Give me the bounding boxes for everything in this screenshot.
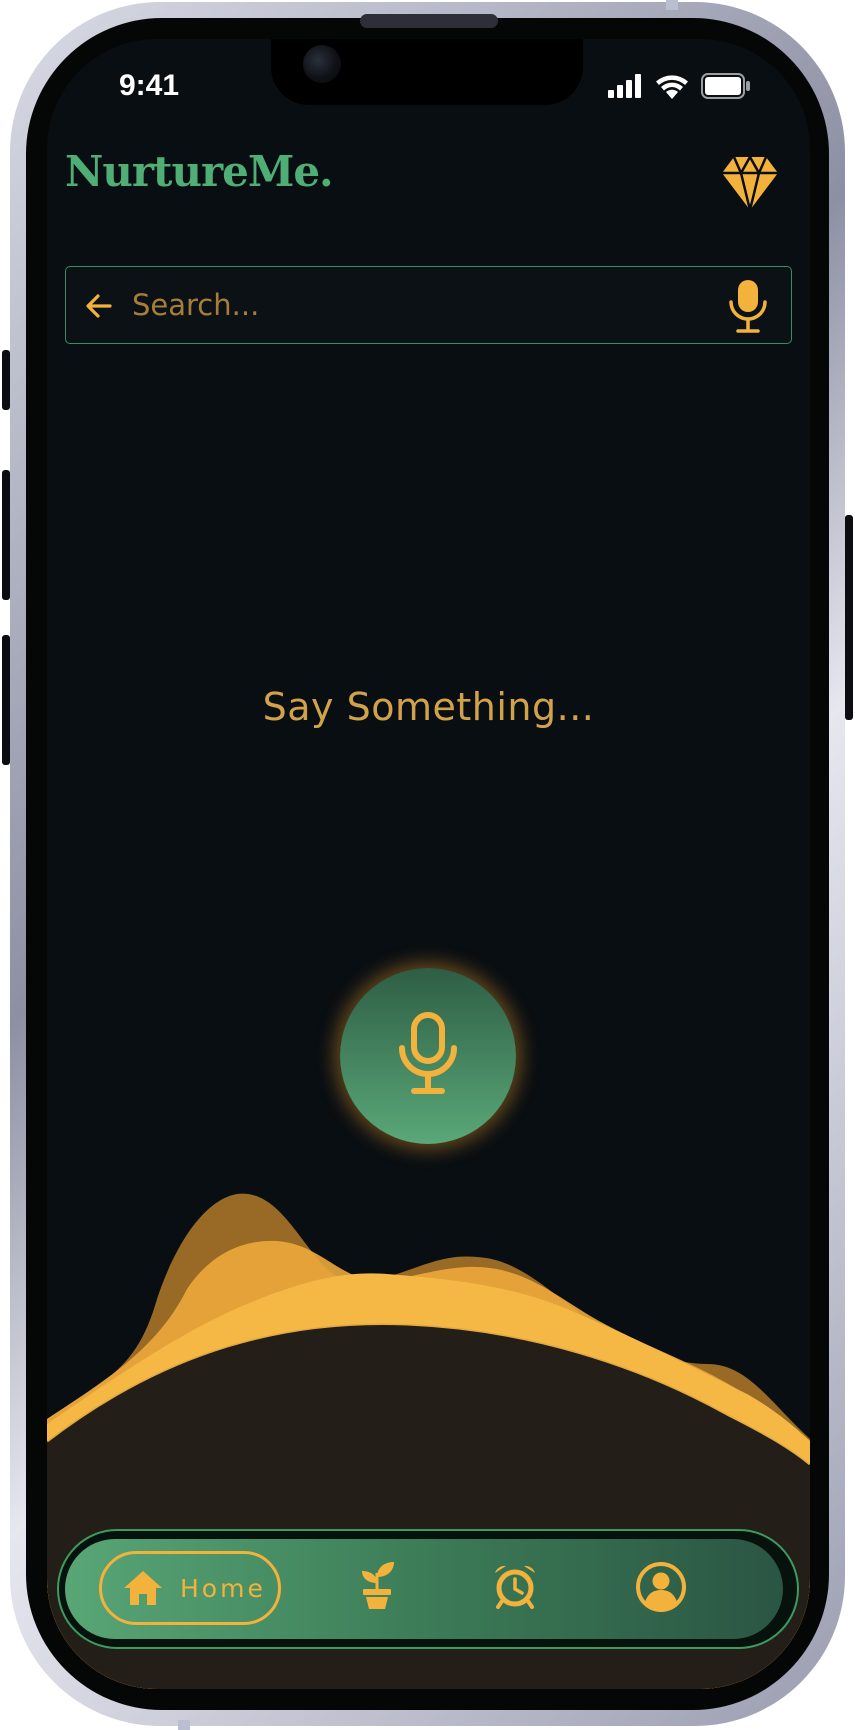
search-input[interactable] bbox=[132, 281, 672, 329]
home-icon bbox=[124, 1571, 162, 1605]
phone-screen: 9:41 NurtureMe. Search... Say Something.… bbox=[47, 39, 810, 1689]
status-time: 9:41 bbox=[119, 69, 180, 102]
status-icons bbox=[607, 73, 751, 99]
back-arrow-icon[interactable] bbox=[84, 291, 114, 321]
search-bar bbox=[65, 266, 792, 344]
bottom-nav: Home bbox=[65, 1539, 783, 1639]
cellular-signal-icon bbox=[608, 74, 641, 98]
antenna-band bbox=[666, 0, 678, 10]
alarm-clock-icon[interactable] bbox=[492, 1563, 538, 1609]
nav-item-home[interactable]: Home bbox=[99, 1551, 281, 1625]
plant-icon[interactable] bbox=[357, 1559, 397, 1611]
notch bbox=[271, 39, 583, 105]
voice-record-button[interactable] bbox=[340, 968, 516, 1144]
nav-item-home-label: Home bbox=[180, 1573, 266, 1603]
volume-up-button bbox=[2, 470, 10, 600]
volume-down-button bbox=[2, 635, 10, 765]
earpiece-speaker bbox=[360, 14, 498, 28]
front-camera bbox=[303, 45, 341, 83]
app-logo: NurtureMe. bbox=[65, 147, 334, 196]
action-button bbox=[2, 350, 10, 410]
battery-icon bbox=[701, 73, 750, 99]
voice-prompt: Say Something... bbox=[262, 685, 595, 729]
diamond-icon[interactable] bbox=[721, 155, 779, 211]
microphone-icon bbox=[399, 1012, 457, 1094]
power-button bbox=[845, 515, 853, 720]
antenna-band bbox=[178, 1720, 190, 1730]
wifi-icon bbox=[656, 75, 688, 99]
microphone-icon[interactable] bbox=[726, 278, 770, 334]
profile-icon[interactable] bbox=[635, 1561, 687, 1613]
